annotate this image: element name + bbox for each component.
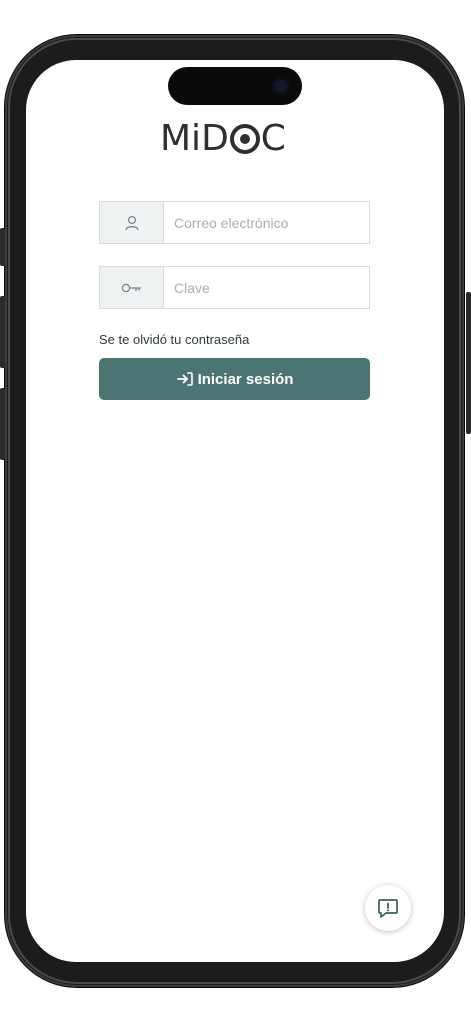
- feedback-icon: [378, 899, 398, 918]
- phone-side-button: [0, 388, 5, 460]
- phone-side-button: [0, 296, 5, 368]
- camera: [272, 77, 290, 95]
- phone-side-button: [0, 228, 5, 266]
- password-addon: [100, 267, 164, 308]
- password-input[interactable]: [164, 267, 369, 308]
- app-screen: [26, 60, 444, 962]
- dynamic-island: [168, 67, 302, 105]
- forgot-password-link[interactable]: Se te olvidó tu contraseña: [99, 331, 249, 349]
- logo-text-left: MiD: [160, 118, 229, 159]
- email-input[interactable]: [164, 202, 369, 243]
- feedback-button[interactable]: [365, 885, 411, 931]
- login-button-label: Iniciar sesión: [197, 370, 294, 388]
- phone-side-button: [466, 292, 471, 434]
- login-button[interactable]: Iniciar sesión: [99, 358, 370, 400]
- user-icon: [124, 215, 139, 230]
- logo-text-right: C: [260, 118, 286, 159]
- login-arrow-icon: [176, 372, 193, 386]
- app-logo: MiD C: [160, 119, 286, 159]
- email-field: [99, 201, 370, 244]
- key-icon: [121, 283, 141, 292]
- password-field: [99, 266, 370, 309]
- email-addon: [100, 202, 164, 243]
- logo-target-icon: [229, 124, 260, 154]
